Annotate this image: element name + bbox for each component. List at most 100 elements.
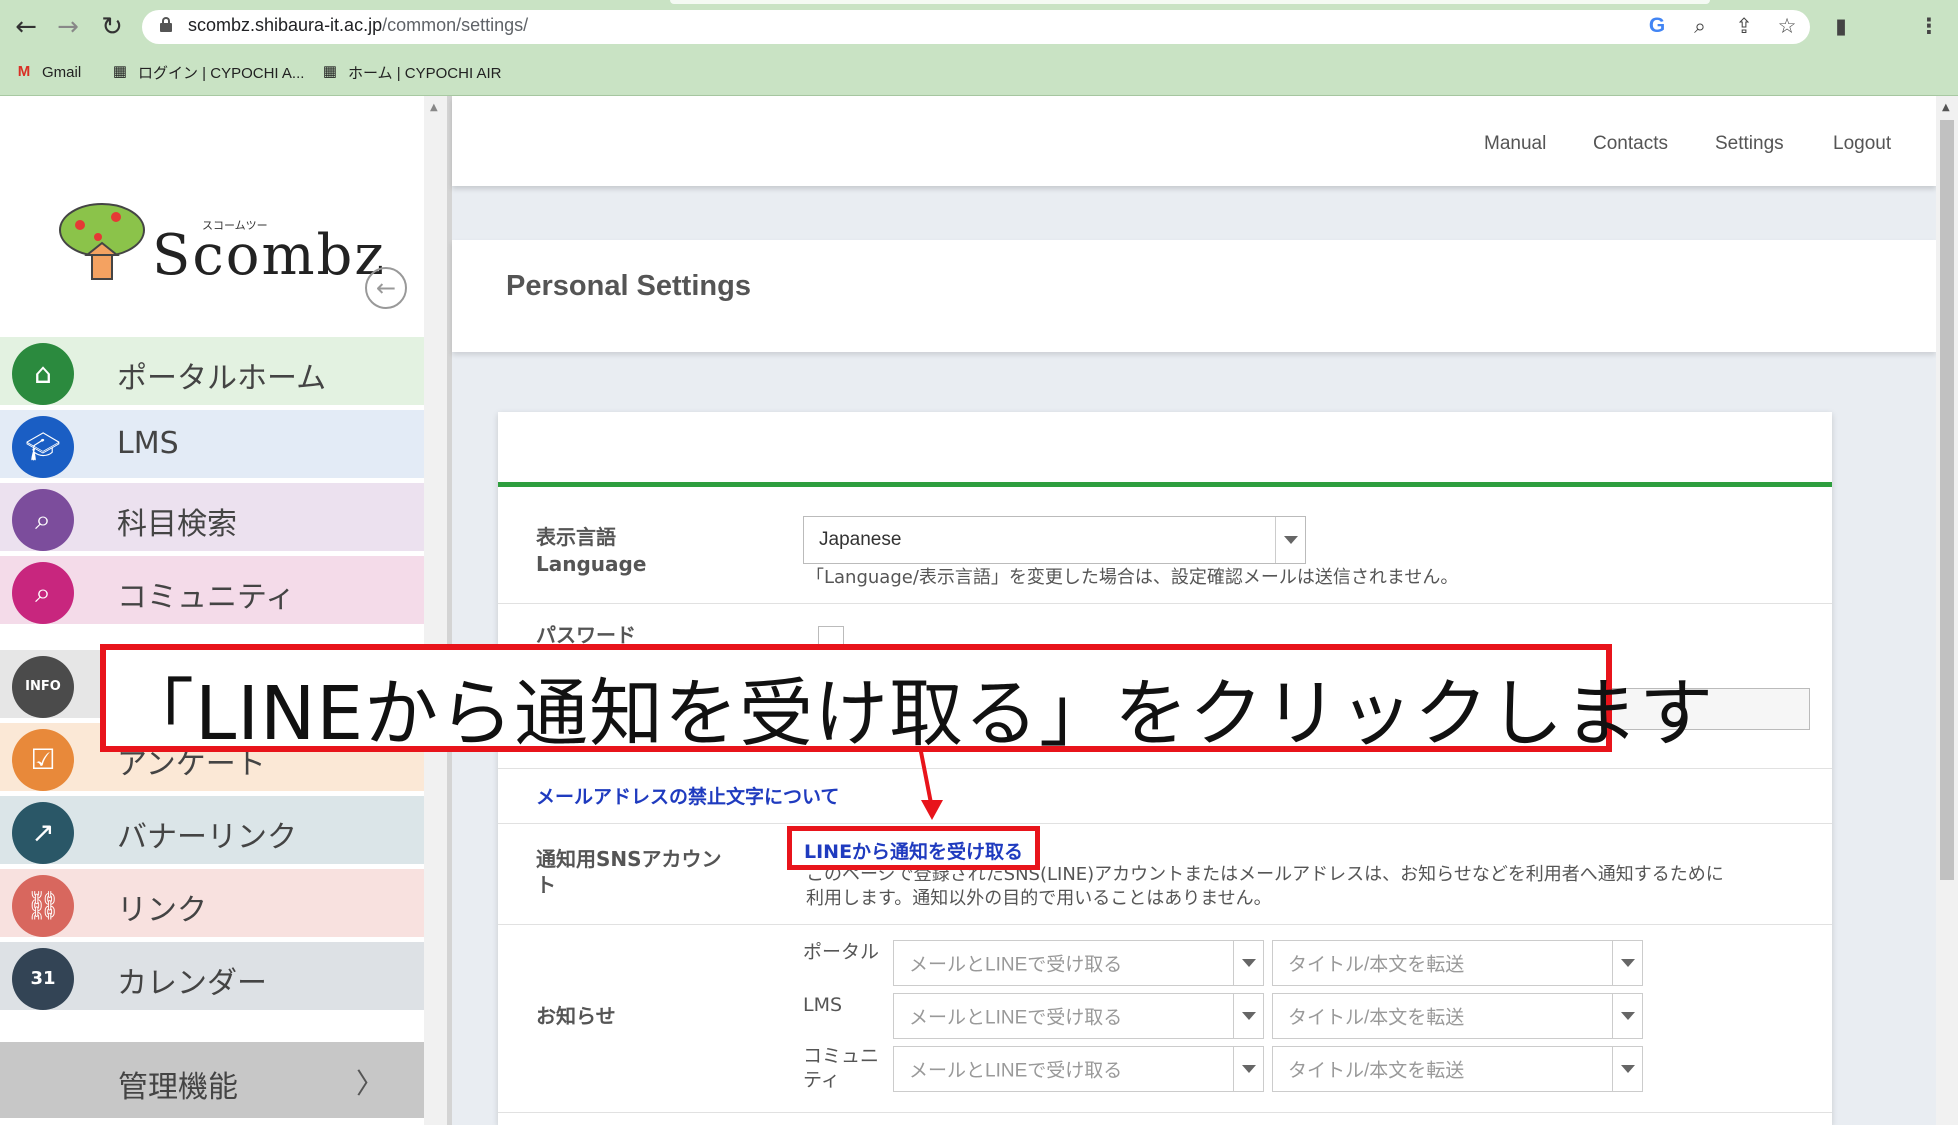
row-divider [498, 924, 1832, 925]
select-value: タイトル/本文を転送 [1288, 1060, 1465, 1082]
admin-menu-item[interactable]: 管理機能 〉 [0, 1042, 424, 1120]
language-select[interactable]: Japanese [803, 516, 1306, 564]
scombz-logo[interactable]: スコームツー Scombz [52, 195, 384, 295]
notice-content-select[interactable]: タイトル/本文を転送 [1272, 1046, 1643, 1092]
gmail-icon: M [17, 63, 31, 80]
admin-label: 管理機能 [118, 1070, 238, 1105]
notice-source-label: コミュニティ [803, 1045, 880, 1091]
notice-method-select[interactable]: メールとLINEで受け取る [893, 1046, 1264, 1092]
select-value: メールとLINEで受け取る [909, 1007, 1123, 1029]
notice-label: お知らせ [536, 1004, 616, 1028]
side-panel-icon[interactable]: ▮ [1826, 11, 1856, 41]
sidebar-item-label: リンク [117, 893, 207, 928]
chevron-down-icon [1612, 941, 1642, 985]
line-notify-link[interactable]: LINEから通知を受け取る [804, 837, 1023, 864]
sidebar-item-label: ポータルホーム [117, 361, 327, 396]
reload-icon[interactable]: ↻ [96, 11, 128, 43]
sidebar-item[interactable]: ⌕ 科目検索 [0, 483, 424, 553]
scroll-thumb[interactable] [1940, 120, 1954, 880]
sidebar-item[interactable]: 31 カレンダー [0, 942, 424, 1012]
zoom-icon[interactable]: ⌕ [1685, 11, 1715, 41]
chevron-down-icon [1275, 517, 1305, 563]
row-divider [498, 768, 1832, 769]
forward-icon[interactable]: → [52, 11, 84, 43]
sidebar-item-label: コミュニティ [117, 580, 296, 615]
sidebar-item-label: バナーリンク [117, 820, 297, 855]
bookmark-star-icon[interactable]: ☆ [1772, 11, 1802, 41]
sidebar-item[interactable]: ⛓ リンク [0, 869, 424, 939]
logo-wordmark: Scombz [152, 223, 386, 288]
tree-house-icon [59, 203, 145, 280]
browser-menu-icon[interactable]: ⋮ [1914, 11, 1944, 41]
google-icon[interactable]: G [1642, 11, 1672, 41]
back-icon[interactable]: ← [10, 11, 42, 43]
email-forbidden-chars-link[interactable]: メールアドレスの禁止文字について [536, 782, 839, 809]
url-text[interactable]: scombz.shibaura-it.ac.jp/common/settings… [188, 15, 528, 36]
calendar-icon: 31 [12, 948, 74, 1010]
sidebar-item-label: LMS [117, 426, 179, 461]
sidebar-scrollbar[interactable]: ▲ [424, 96, 447, 1125]
active-tab-edge [670, 0, 1710, 4]
bookmarks-bar: M Gmail ▦ ログイン | CYPOCHI A... ▦ ホーム | CY… [0, 56, 1958, 88]
chevron-down-icon [1233, 941, 1263, 985]
sidebar-item-label: 科目検索 [117, 507, 237, 542]
row-divider [498, 1112, 1832, 1113]
card-accent-line [498, 482, 1832, 487]
link-icon: ⛓ [12, 875, 74, 937]
line-highlight-frame: LINEから通知を受け取る [787, 826, 1040, 870]
callout-arrow-head [921, 800, 943, 820]
community-search-icon: ⌕ [12, 562, 74, 624]
notice-source-label: LMS [803, 994, 843, 1016]
manual-link[interactable]: Manual [1484, 133, 1546, 155]
main-scrollbar[interactable]: ▲ [1936, 96, 1958, 1125]
sidebar-item[interactable]: ↗ バナーリンク [0, 796, 424, 866]
select-value: メールとLINEで受け取る [909, 1060, 1123, 1082]
home-icon: ⌂ [12, 343, 74, 405]
language-value: Japanese [819, 529, 902, 550]
bookmark-gmail[interactable]: M Gmail [14, 60, 81, 84]
survey-icon: ☑ [12, 729, 74, 791]
settings-link[interactable]: Settings [1715, 133, 1784, 155]
page-title: Personal Settings [506, 270, 751, 302]
chevron-down-icon [1612, 1047, 1642, 1091]
sidebar-item[interactable]: ⌕ コミュニティ [0, 556, 424, 626]
sidebar-item[interactable]: ⌂ ポータルホーム [0, 337, 424, 407]
notice-source-label: ポータル [803, 941, 880, 963]
instruction-callout: 「LINEから通知を受け取る」をクリックします [100, 644, 1713, 757]
banner-link-icon: ↗ [12, 802, 74, 864]
notice-method-select[interactable]: メールとLINEで受け取る [893, 993, 1264, 1039]
sns-hint-2: 利用します。通知以外の目的で用いることはありません。 [806, 888, 1272, 909]
search-icon: ⌕ [12, 489, 74, 551]
bookmark-cypochi-login[interactable]: ▦ ログイン | CYPOCHI A... [110, 60, 305, 84]
share-icon[interactable]: ⇪ [1729, 11, 1759, 41]
collapse-sidebar-icon[interactable]: ← [365, 267, 407, 309]
sns-account-label: 通知用SNSアカウント [536, 847, 722, 897]
graduation-cap-icon: 🎓︎ [12, 416, 74, 478]
contacts-link[interactable]: Contacts [1593, 133, 1668, 155]
url-path: /common/settings/ [382, 15, 529, 35]
sidebar-item-label: カレンダー [117, 966, 267, 1001]
row-divider [498, 603, 1832, 604]
chevron-down-icon [1233, 994, 1263, 1038]
chevron-right-icon: 〉 [355, 1067, 384, 1100]
sidebar-item[interactable]: 🎓︎ LMS [0, 410, 424, 480]
lock-icon[interactable] [160, 17, 172, 32]
select-value: タイトル/本文を転送 [1288, 1007, 1465, 1029]
bookmark-cypochi-home[interactable]: ▦ ホーム | CYPOCHI AIR [320, 60, 502, 84]
bookmark-label: Gmail [42, 63, 82, 81]
url-host: scombz.shibaura-it.ac.jp [188, 15, 383, 35]
logout-link[interactable]: Logout [1833, 133, 1891, 155]
cypochi-icon: ▦ [322, 63, 338, 80]
bookmark-label: ログイン | CYPOCHI A... [138, 64, 305, 82]
top-header [452, 96, 1936, 186]
notice-content-select[interactable]: タイトル/本文を転送 [1272, 940, 1643, 986]
notice-method-select[interactable]: メールとLINEで受け取る [893, 940, 1264, 986]
chevron-down-icon [1233, 1047, 1263, 1091]
select-value: タイトル/本文を転送 [1288, 954, 1465, 976]
language-label-en: Language [536, 552, 647, 576]
info-icon: INFO [12, 656, 74, 718]
language-hint: 「Language/表示言語」を変更した場合は、設定確認メールは送信されません。 [806, 567, 1459, 588]
language-label-ja: 表示言語 [536, 525, 616, 549]
bookmark-label: ホーム | CYPOCHI AIR [348, 64, 502, 82]
notice-content-select[interactable]: タイトル/本文を転送 [1272, 993, 1643, 1039]
